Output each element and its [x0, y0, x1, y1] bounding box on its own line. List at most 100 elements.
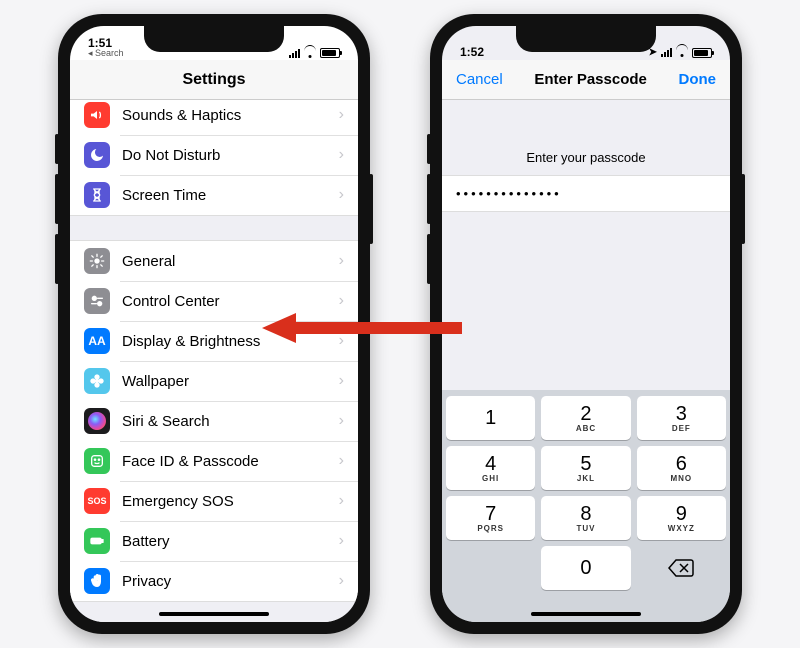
keypad-key-9[interactable]: 9WXYZ	[637, 496, 726, 540]
passcode-field[interactable]: ••••••••••••••	[442, 175, 730, 212]
settings-row-screen-time[interactable]: Screen Time›	[70, 175, 358, 215]
keypad-key-2[interactable]: 2ABC	[541, 396, 630, 440]
sounds-haptics-icon	[84, 102, 110, 128]
key-number: 1	[485, 408, 496, 428]
numeric-keypad: 12ABC3DEF4GHI5JKL6MNO7PQRS8TUV9WXYZ0	[442, 390, 730, 622]
row-label: Display & Brightness	[122, 333, 339, 350]
nav-bar: Cancel Enter Passcode Done	[442, 60, 730, 100]
battery-icon	[692, 48, 712, 58]
status-time: 1:52	[460, 46, 484, 58]
row-label: Control Center	[122, 293, 339, 310]
home-indicator[interactable]	[159, 612, 269, 616]
chevron-right-icon: ›	[339, 372, 344, 390]
screen-time-icon	[84, 182, 110, 208]
chevron-right-icon: ›	[339, 106, 344, 124]
keypad-key-4[interactable]: 4GHI	[446, 446, 535, 490]
siri-icon	[84, 408, 110, 434]
wifi-icon	[304, 49, 316, 58]
key-number: 0	[580, 558, 591, 578]
row-label: Emergency SOS	[122, 493, 339, 510]
chevron-right-icon: ›	[339, 532, 344, 550]
chevron-right-icon: ›	[339, 572, 344, 590]
key-letters: ABC	[576, 424, 596, 433]
settings-row-control-center[interactable]: Control Center›	[70, 281, 358, 321]
page-title: Settings	[182, 71, 245, 89]
key-letters: MNO	[670, 474, 692, 483]
passcode-prompt: Enter your passcode	[442, 100, 730, 175]
row-label: Siri & Search	[122, 413, 339, 430]
chevron-right-icon: ›	[339, 252, 344, 270]
settings-row-wallpaper[interactable]: Wallpaper›	[70, 361, 358, 401]
done-button[interactable]: Done	[678, 71, 716, 88]
settings-row-battery[interactable]: Battery›	[70, 521, 358, 561]
do-not-disturb-icon	[84, 142, 110, 168]
iphone-settings: 1:51 ◂ Search Settings Sounds & Haptics›…	[58, 14, 370, 634]
keypad-key-1[interactable]: 1	[446, 396, 535, 440]
notch	[144, 26, 284, 52]
row-label: Face ID & Passcode	[122, 453, 339, 470]
sos-icon: SOS	[84, 488, 110, 514]
status-back-search[interactable]: ◂ Search	[88, 49, 124, 58]
battery-icon	[84, 528, 110, 554]
keypad-key-3[interactable]: 3DEF	[637, 396, 726, 440]
settings-row-privacy[interactable]: Privacy›	[70, 561, 358, 601]
keypad-key-6[interactable]: 6MNO	[637, 446, 726, 490]
home-indicator[interactable]	[531, 612, 641, 616]
control-center-icon	[84, 288, 110, 314]
row-label: Sounds & Haptics	[122, 107, 339, 124]
settings-row-sos[interactable]: SOS Emergency SOS›	[70, 481, 358, 521]
key-number: 3	[676, 404, 687, 424]
settings-row-do-not-disturb[interactable]: Do Not Disturb›	[70, 135, 358, 175]
key-number: 9	[676, 504, 687, 524]
chevron-right-icon: ›	[339, 186, 344, 204]
wallpaper-icon	[84, 368, 110, 394]
chevron-right-icon: ›	[339, 292, 344, 310]
privacy-icon	[84, 568, 110, 594]
settings-row-siri[interactable]: Siri & Search›	[70, 401, 358, 441]
key-letters: PQRS	[477, 524, 504, 533]
key-number: 8	[580, 504, 591, 524]
key-letters: TUV	[576, 524, 595, 533]
general-icon	[84, 248, 110, 274]
cancel-button[interactable]: Cancel	[456, 71, 503, 88]
settings-row-faceid[interactable]: Face ID & Passcode›	[70, 441, 358, 481]
key-number: 7	[485, 504, 496, 524]
row-label: Do Not Disturb	[122, 147, 339, 164]
keypad-key-8[interactable]: 8TUV	[541, 496, 630, 540]
notch	[516, 26, 656, 52]
signal-icon	[289, 49, 300, 58]
battery-icon	[320, 48, 340, 58]
settings-row-display[interactable]: AA Display & Brightness›	[70, 321, 358, 361]
faceid-icon	[84, 448, 110, 474]
key-letters: GHI	[482, 474, 499, 483]
settings-row-sounds-haptics[interactable]: Sounds & Haptics›	[70, 100, 358, 135]
key-number: 5	[580, 454, 591, 474]
chevron-right-icon: ›	[339, 412, 344, 430]
chevron-right-icon: ›	[339, 452, 344, 470]
display-icon: AA	[84, 328, 110, 354]
page-title: Enter Passcode	[534, 71, 647, 88]
key-letters: JKL	[577, 474, 595, 483]
key-letters: WXYZ	[668, 524, 695, 533]
keypad-delete[interactable]	[637, 546, 726, 590]
row-label: General	[122, 253, 339, 270]
chevron-right-icon: ›	[339, 332, 344, 350]
row-label: Privacy	[122, 573, 339, 590]
iphone-passcode: 1:52 ➤ Cancel Enter Passcode Done Enter …	[430, 14, 742, 634]
key-number: 2	[580, 404, 591, 424]
row-label: Screen Time	[122, 187, 339, 204]
key-number: 6	[676, 454, 687, 474]
settings-list[interactable]: Sounds & Haptics›Do Not Disturb›Screen T…	[70, 100, 358, 622]
row-label: Battery	[122, 533, 339, 550]
row-label: Wallpaper	[122, 373, 339, 390]
location-icon: ➤	[649, 47, 657, 58]
keypad-key-5[interactable]: 5JKL	[541, 446, 630, 490]
chevron-right-icon: ›	[339, 146, 344, 164]
keypad-key-7[interactable]: 7PQRS	[446, 496, 535, 540]
wifi-icon	[676, 48, 688, 57]
settings-row-general[interactable]: General›	[70, 241, 358, 281]
keypad-blank	[446, 546, 535, 590]
key-number: 4	[485, 454, 496, 474]
keypad-key-0[interactable]: 0	[541, 546, 630, 590]
chevron-right-icon: ›	[339, 492, 344, 510]
